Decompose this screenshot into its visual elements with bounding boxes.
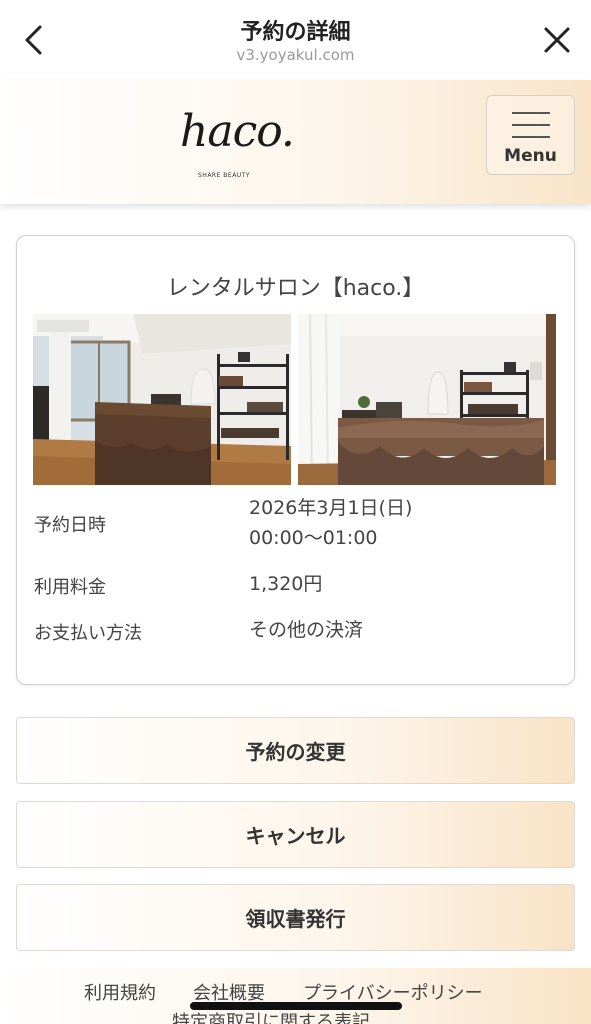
salon-name: レンタルサロン【haco.】 xyxy=(166,276,425,301)
footer: 利用規約 会社概要 プライバシーポリシー 特定商取引に関する表記 xyxy=(0,968,591,1024)
menu-button[interactable]: Menu xyxy=(486,95,575,175)
close-button[interactable] xyxy=(537,20,577,60)
reservation-card: レンタルサロン【haco.】 予約日時 2026年3月1日(日) 00:00〜0… xyxy=(16,235,575,685)
footer-link-terms[interactable]: 利用規約 xyxy=(84,979,156,1005)
browser-bar: 予約の詳細 v3.yoyakul.com xyxy=(0,0,591,80)
change-reservation-button[interactable]: 予約の変更 xyxy=(16,717,575,784)
browser-url[interactable]: v3.yoyakul.com xyxy=(0,46,591,64)
detail-value-fee: 1,320円 xyxy=(249,573,323,595)
home-indicator[interactable] xyxy=(190,1002,402,1010)
footer-link-commerce[interactable]: 特定商取引に関する表記 xyxy=(172,1008,370,1024)
detail-value-date: 2026年3月1日(日) xyxy=(249,497,413,519)
site-header: haco. SHARE BEAUTY Menu xyxy=(0,80,591,204)
salon-photo-2 xyxy=(298,314,556,485)
receipt-button[interactable]: 領収書発行 xyxy=(16,884,575,951)
detail-value-time: 00:00〜01:00 xyxy=(249,527,378,549)
site-logo[interactable]: haco. SHARE BEAUTY xyxy=(178,98,295,186)
logo-subtitle: SHARE BEAUTY xyxy=(198,172,251,179)
detail-label-payment: お支払い方法 xyxy=(34,623,142,644)
hamburger-icon xyxy=(512,112,550,138)
menu-label: Menu xyxy=(504,146,557,166)
detail-label-datetime: 予約日時 xyxy=(34,515,106,536)
logo-text: haco. xyxy=(180,106,295,157)
cancel-button[interactable]: キャンセル xyxy=(16,801,575,868)
close-icon xyxy=(544,27,570,53)
browser-title: 予約の詳細 xyxy=(240,20,351,45)
salon-photo-1 xyxy=(33,314,291,485)
detail-label-fee: 利用料金 xyxy=(34,577,106,598)
page: 予約の詳細 v3.yoyakul.com haco. SHARE BEAUTY … xyxy=(0,0,591,1024)
detail-value-payment: その他の決済 xyxy=(249,619,364,641)
